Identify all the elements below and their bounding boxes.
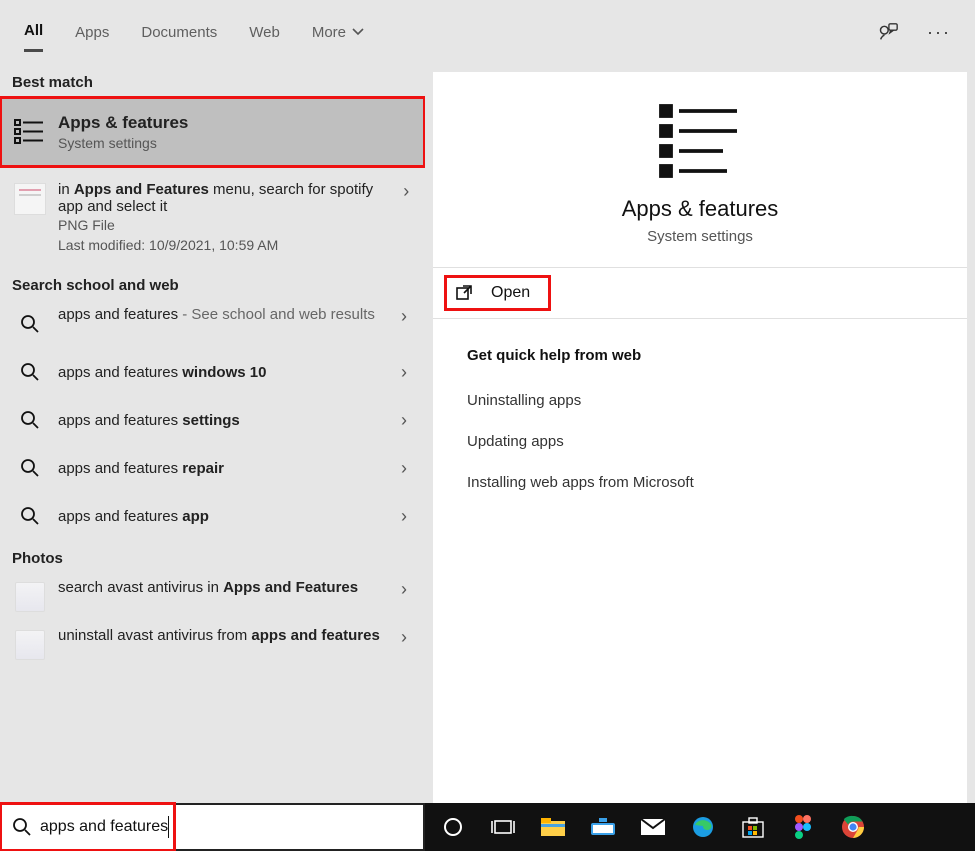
help-link-1[interactable]: Updating apps — [467, 421, 933, 462]
search-icon — [12, 402, 48, 438]
chevron-right-icon: › — [393, 627, 415, 648]
result-web-0[interactable]: apps and features - See school and web r… — [0, 300, 425, 348]
file-explorer-icon[interactable] — [537, 811, 569, 843]
chevron-right-icon: › — [393, 458, 415, 479]
image-icon — [12, 627, 48, 663]
search-icon — [12, 306, 48, 342]
best-match-title: Apps & features — [58, 113, 415, 133]
best-match-subtitle: System settings — [58, 135, 415, 151]
preview-subtitle: System settings — [647, 228, 753, 245]
chevron-right-icon: › — [393, 506, 415, 527]
apps-features-icon — [12, 114, 48, 150]
more-options-icon[interactable]: ··· — [927, 22, 951, 43]
task-view-icon[interactable] — [487, 811, 519, 843]
file-type: PNG File — [58, 217, 398, 233]
tab-all[interactable]: All — [24, 12, 43, 52]
tab-web[interactable]: Web — [249, 14, 280, 51]
chevron-right-icon: › — [393, 306, 415, 327]
keyboard-icon[interactable] — [587, 811, 619, 843]
help-link-0[interactable]: Uninstalling apps — [467, 380, 933, 421]
file-modified: Last modified: 10/9/2021, 10:59 AM — [58, 237, 398, 253]
chevron-right-icon: › — [393, 362, 415, 383]
tab-more[interactable]: More — [312, 14, 364, 51]
chevron-right-icon: › — [393, 579, 415, 600]
web-2-text: apps and features settings — [58, 412, 393, 429]
chevron-right-icon: › — [398, 181, 415, 202]
search-icon — [12, 354, 48, 390]
taskbar — [425, 803, 975, 851]
chevron-right-icon: › — [393, 410, 415, 431]
result-web-4[interactable]: apps and features app › — [0, 492, 425, 540]
cortana-icon[interactable] — [437, 811, 469, 843]
search-icon — [12, 450, 48, 486]
preview-panel: Apps & features System settings Open Get… — [425, 64, 975, 804]
section-search-web: Search school and web — [0, 267, 425, 300]
edge-icon[interactable] — [687, 811, 719, 843]
help-link-2[interactable]: Installing web apps from Microsoft — [467, 462, 933, 503]
png-file-icon — [12, 181, 48, 217]
open-icon — [455, 284, 473, 302]
search-box[interactable]: apps and features — [0, 803, 425, 851]
figma-icon[interactable] — [787, 811, 819, 843]
result-best-match[interactable]: Apps & features System settings — [0, 97, 425, 167]
open-button[interactable]: Open — [447, 278, 548, 308]
feedback-icon[interactable] — [877, 21, 899, 43]
tab-more-label: More — [312, 24, 346, 41]
result-photo-0[interactable]: search avast antivirus in Apps and Featu… — [0, 573, 425, 621]
file-line1: in Apps and Features menu, search for sp… — [58, 181, 398, 215]
tab-documents[interactable]: Documents — [141, 14, 217, 51]
chevron-down-icon — [352, 26, 364, 38]
search-tabbar: All Apps Documents Web More ··· — [0, 0, 975, 64]
result-web-1[interactable]: apps and features windows 10 › — [0, 348, 425, 396]
microsoft-store-icon[interactable] — [737, 811, 769, 843]
section-photos: Photos — [0, 540, 425, 573]
search-icon — [12, 498, 48, 534]
apps-features-large-icon — [657, 100, 743, 178]
tab-apps[interactable]: Apps — [75, 14, 109, 51]
result-photo-1[interactable]: uninstall avast antivirus from apps and … — [0, 621, 425, 669]
image-icon — [12, 579, 48, 615]
photo-0-text: search avast antivirus in Apps and Featu… — [58, 579, 393, 596]
open-label: Open — [491, 284, 530, 302]
preview-title: Apps & features — [622, 196, 779, 222]
mail-icon[interactable] — [637, 811, 669, 843]
web-4-text: apps and features app — [58, 508, 393, 525]
section-best-match: Best match — [0, 64, 425, 97]
result-web-2[interactable]: apps and features settings › — [0, 396, 425, 444]
web-0-text: apps and features - See school and web r… — [58, 306, 393, 323]
photo-1-text: uninstall avast antivirus from apps and … — [58, 627, 393, 644]
help-heading: Get quick help from web — [467, 347, 933, 364]
result-web-3[interactable]: apps and features repair › — [0, 444, 425, 492]
web-3-text: apps and features repair — [58, 460, 393, 477]
result-file[interactable]: in Apps and Features menu, search for sp… — [0, 167, 425, 267]
web-1-text: apps and features windows 10 — [58, 364, 393, 381]
results-panel: Best match Apps & features System settin… — [0, 64, 425, 804]
chrome-icon[interactable] — [837, 811, 869, 843]
